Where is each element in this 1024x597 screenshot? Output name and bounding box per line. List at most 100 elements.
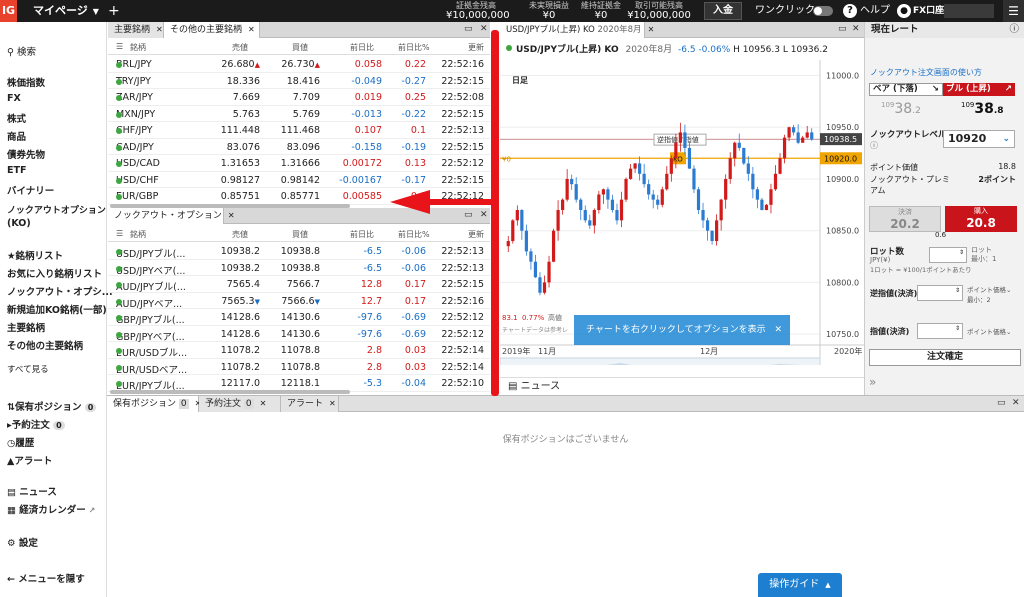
maximize-icon[interactable]: ▭ bbox=[464, 24, 473, 34]
col-updated[interactable]: 更新 bbox=[468, 229, 484, 240]
maximize-icon[interactable]: ▭ bbox=[838, 24, 847, 34]
add-tab-button[interactable]: + bbox=[108, 0, 120, 22]
table-row[interactable]: ZAR/JPY 7.669 7.709 0.019 0.25 22:52:08 bbox=[108, 89, 490, 106]
table-row[interactable]: BRL/JPY 26.680▲ 26.730▲ 0.058 0.22 22:52:16 bbox=[108, 56, 490, 73]
help-icon[interactable]: ? bbox=[843, 4, 857, 18]
info-icon[interactable]: ⓘ bbox=[1009, 22, 1019, 38]
cell-buy[interactable]: 1.31666 bbox=[268, 158, 320, 169]
close-icon[interactable]: ✕ bbox=[248, 25, 255, 34]
close-icon[interactable]: ✕ bbox=[480, 24, 488, 34]
stop-input[interactable]: ⇕ bbox=[917, 285, 963, 301]
close-icon[interactable]: ✕ bbox=[156, 25, 163, 34]
table-row[interactable]: TRY/JPY 18.336 18.416 -0.049 -0.27 22:52:15 bbox=[108, 73, 490, 89]
double-chevron-right-icon[interactable]: » bbox=[869, 375, 876, 389]
cell-sell[interactable]: 1.31653 bbox=[208, 158, 260, 169]
cell-sell[interactable]: 26.680▲ bbox=[208, 59, 260, 70]
cell-sell[interactable]: 0.85751 bbox=[208, 191, 260, 202]
watchlist-favorites[interactable]: お気に入り銘柄リスト bbox=[7, 266, 102, 280]
cell-buy[interactable]: 18.416 bbox=[268, 76, 320, 87]
sidebar-item-orders[interactable]: ▸予約注文 0 bbox=[7, 417, 65, 431]
cell-buy[interactable]: 111.468 bbox=[268, 125, 320, 136]
stepper-icon[interactable]: ⇕ bbox=[959, 249, 964, 256]
cell-sell[interactable]: 11078.2 bbox=[208, 345, 260, 356]
stop-points[interactable]: ポイント価格⌄ bbox=[967, 284, 1011, 294]
sidebar-item-news[interactable]: ▤ ニュース bbox=[7, 484, 57, 498]
mypage-menu[interactable]: マイページ ▼ bbox=[33, 0, 99, 22]
table-row[interactable]: CAD/JPY 83.076 83.096 -0.158 -0.19 22:52:15 bbox=[108, 139, 490, 155]
howto-link[interactable]: ノックアウト注文画面の使い方 bbox=[870, 67, 982, 78]
watchlist-other-major[interactable]: その他の主要銘柄 bbox=[7, 338, 83, 352]
cell-buy[interactable]: 83.096 bbox=[268, 142, 320, 153]
col-buy[interactable]: 買値 bbox=[292, 42, 308, 53]
hide-menu-button[interactable]: ← メニューを隠す bbox=[7, 571, 85, 585]
close-icon[interactable]: ✕ bbox=[228, 211, 235, 220]
cell-sell[interactable]: 7.669 bbox=[208, 92, 260, 103]
cell-buy[interactable]: 10938.8 bbox=[268, 246, 320, 257]
sidebar-item-indices[interactable]: 株価指数 bbox=[7, 75, 45, 89]
bull-button[interactable]: ブル (上昇) ↗ bbox=[943, 83, 1015, 96]
col-sell[interactable]: 売値 bbox=[232, 42, 248, 53]
cell-buy[interactable]: 7.709 bbox=[268, 92, 320, 103]
stepper-icon[interactable]: ⇕ bbox=[955, 287, 960, 294]
sidebar-item-knockout-ko[interactable]: (KO) bbox=[7, 218, 31, 229]
sidebar-item-bond-futures[interactable]: 債券先物 bbox=[7, 147, 45, 161]
table-row[interactable]: CHF/JPY 111.448 111.468 0.107 0.1 22:52:13 bbox=[108, 122, 490, 139]
sidebar-item-etf[interactable]: ETF bbox=[7, 165, 26, 176]
sidebar-item-stocks[interactable]: 株式 bbox=[7, 111, 26, 125]
table-row[interactable]: USD/CAD 1.31653 1.31666 0.00172 0.13 22:52:12 bbox=[108, 155, 490, 172]
watchlist-new-ko[interactable]: 新規追加KO銘柄(一部) bbox=[7, 302, 107, 316]
sidebar-item-calendar[interactable]: ▦ 経済カレンダー ↗ bbox=[7, 502, 95, 516]
limit-input[interactable]: ⇕ bbox=[917, 323, 963, 339]
lot-input[interactable]: ⇕ bbox=[929, 247, 967, 263]
cell-buy[interactable]: 12118.1 bbox=[268, 378, 320, 389]
col-change-pct[interactable]: 前日比% bbox=[398, 42, 430, 53]
table-row[interactable]: USD/CHF 0.98127 0.98142 -0.00167 -0.17 22:52:… bbox=[108, 172, 490, 188]
tab-alerts[interactable]: アラート ✕ bbox=[281, 396, 339, 412]
close-icon[interactable]: ✕ bbox=[329, 399, 336, 408]
confirm-order-button[interactable]: 注文確定 bbox=[869, 349, 1021, 366]
cell-sell[interactable]: 7565.4 bbox=[208, 279, 260, 290]
cell-buy[interactable]: 5.769 bbox=[268, 109, 320, 120]
deposit-button[interactable]: 入金 bbox=[704, 2, 742, 20]
stepper-icon[interactable]: ⇕ bbox=[955, 325, 960, 332]
sidebar-item-settings[interactable]: ⚙ 設定 bbox=[7, 535, 38, 549]
col-updated[interactable]: 更新 bbox=[468, 42, 484, 53]
table-row[interactable]: USD/JPYブル(... 10938.2 10938.8 -6.5 -0.06 22:5… bbox=[108, 243, 490, 260]
table-row[interactable]: EUR/USDブル... 11078.2 11078.8 2.8 0.03 22:52:1… bbox=[108, 342, 490, 359]
info-icon[interactable]: ⓘ bbox=[870, 140, 878, 151]
search-link[interactable]: ⚲ 検索 bbox=[7, 44, 36, 58]
cell-sell[interactable]: 83.076 bbox=[208, 142, 260, 153]
see-all-link[interactable]: すべて見る bbox=[7, 363, 49, 375]
cell-sell[interactable]: 7565.3▼ bbox=[208, 296, 260, 307]
cell-sell[interactable]: 111.448 bbox=[208, 125, 260, 136]
limit-points[interactable]: ポイント価格⌄ bbox=[967, 326, 1011, 336]
ig-logo[interactable]: IG bbox=[0, 0, 17, 22]
close-icon[interactable]: ✕ bbox=[1012, 398, 1020, 408]
tab-knockout[interactable]: ノックアウト・オプション ✕ bbox=[108, 208, 235, 224]
cell-buy[interactable]: 7566.6▼ bbox=[268, 296, 320, 307]
settle-button[interactable]: 決済 20.2 bbox=[869, 206, 941, 232]
buy-button[interactable]: 購入 20.8 bbox=[945, 206, 1017, 232]
sidebar-item-fx[interactable]: FX bbox=[7, 93, 21, 104]
cell-sell[interactable]: 12117.0 bbox=[208, 378, 260, 389]
cell-sell[interactable]: 10938.2 bbox=[208, 246, 260, 257]
tab-chart[interactable]: USD/JPYブル(上昇) KO 2020年8月 ✕ bbox=[500, 22, 654, 38]
sidebar-item-commodities[interactable]: 商品 bbox=[7, 129, 26, 143]
cell-sell[interactable]: 14128.6 bbox=[208, 312, 260, 323]
news-header[interactable]: ▤ ニュース bbox=[500, 377, 864, 395]
cell-buy[interactable]: 0.98142 bbox=[268, 175, 320, 186]
cell-buy[interactable]: 11078.8 bbox=[268, 362, 320, 373]
operation-guide-button[interactable]: 操作ガイド ▲ bbox=[758, 573, 842, 597]
close-icon[interactable]: ✕ bbox=[260, 399, 267, 408]
cell-sell[interactable]: 14128.6 bbox=[208, 329, 260, 340]
cell-buy[interactable]: 7566.7 bbox=[268, 279, 320, 290]
cell-buy[interactable]: 11078.8 bbox=[268, 345, 320, 356]
table-row[interactable]: AUD/JPYベア... 7565.3▼ 7566.6▼ 12.7 0.17 22:52:… bbox=[108, 293, 490, 310]
table-row[interactable]: GBP/JPYベア(... 14128.6 14130.6 -97.6 -0.69 22:… bbox=[108, 326, 490, 343]
col-sell[interactable]: 売値 bbox=[232, 229, 248, 240]
tab-positions[interactable]: 保有ポジション 0 ✕ bbox=[107, 396, 201, 412]
col-change[interactable]: 前日比 bbox=[350, 229, 374, 240]
cell-sell[interactable]: 11078.2 bbox=[208, 362, 260, 373]
tab-major[interactable]: 主要銘柄 ✕ bbox=[108, 22, 164, 38]
col-buy[interactable]: 買値 bbox=[292, 229, 308, 240]
